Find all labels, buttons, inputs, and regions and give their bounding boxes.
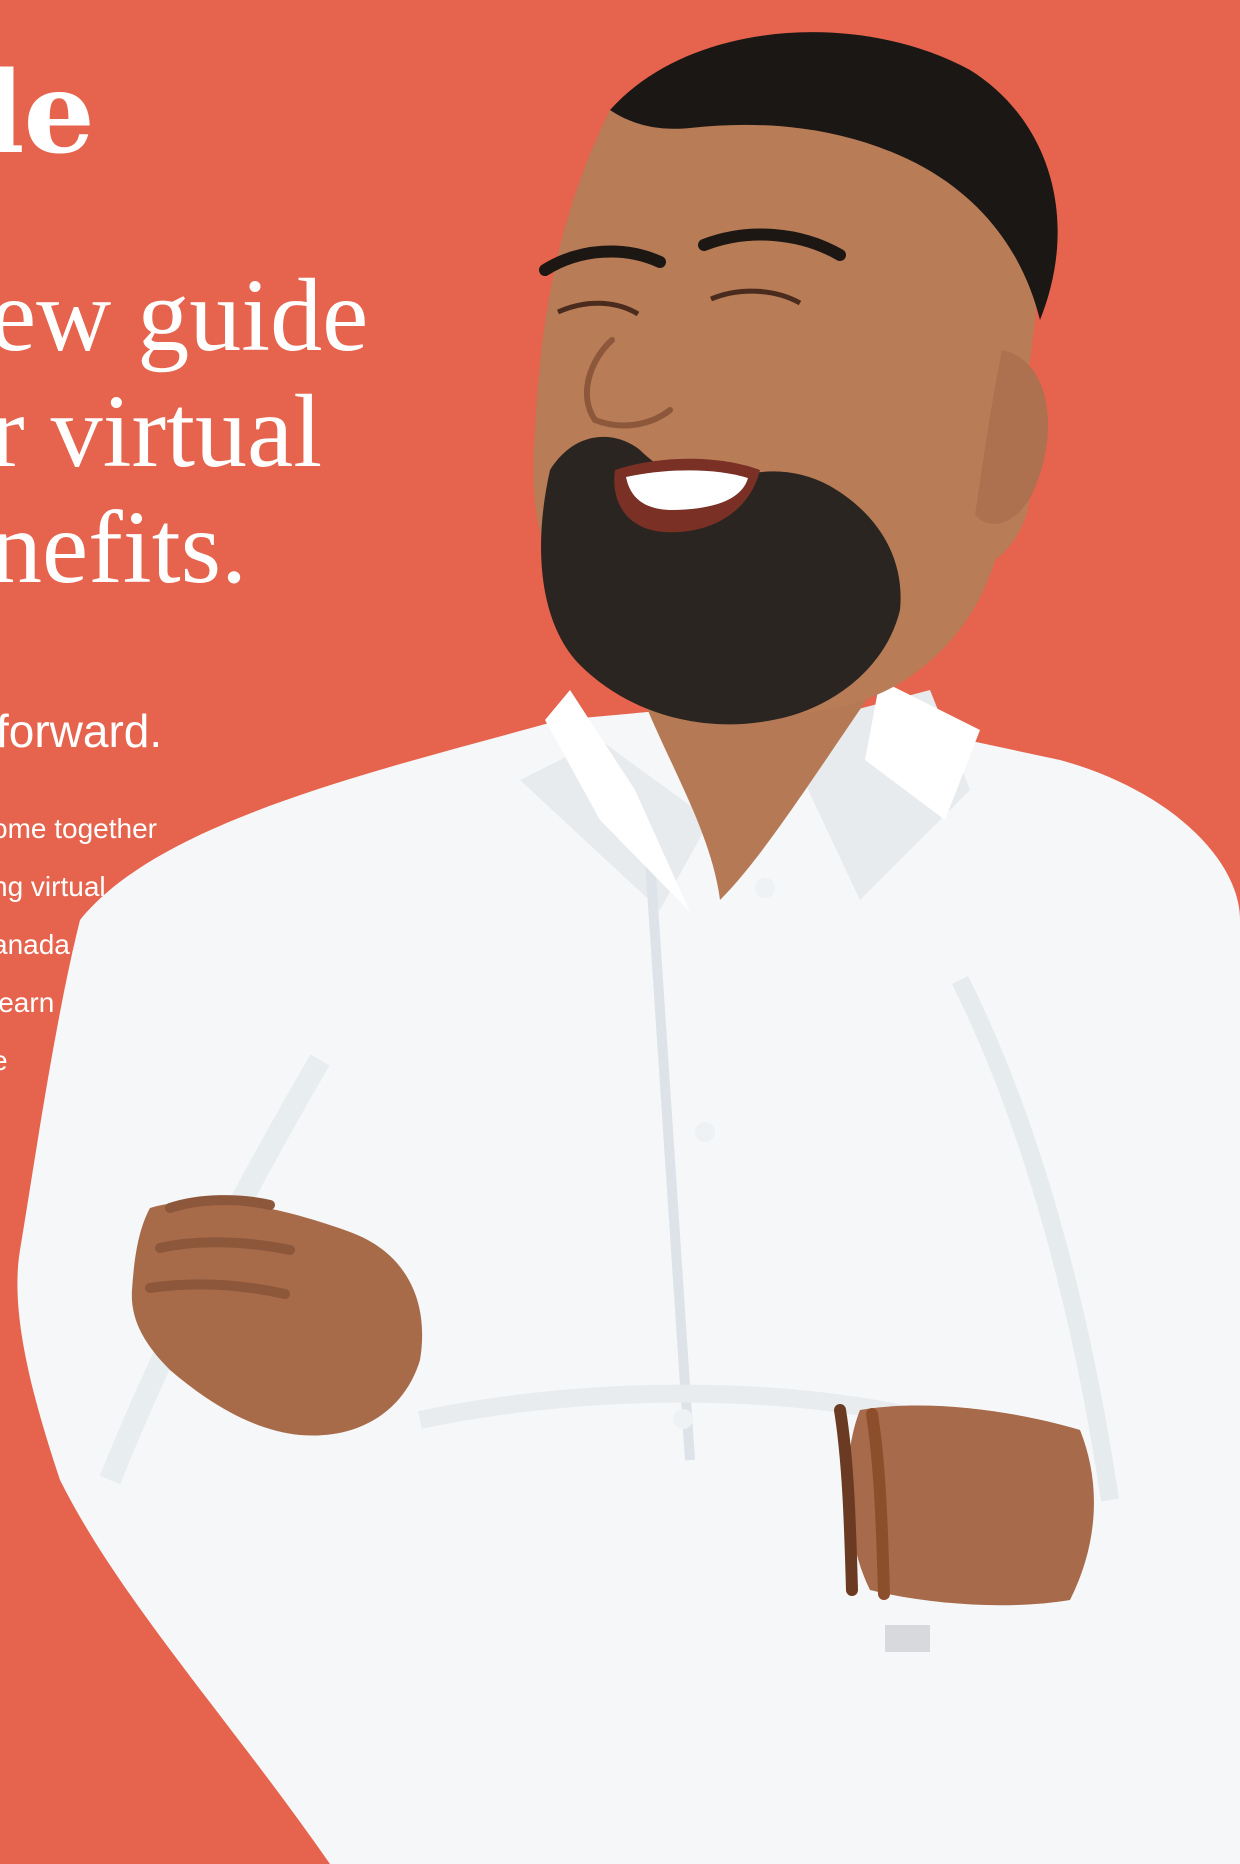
hero-photo bbox=[17, 32, 1240, 1864]
hero-section: le ew guide r virtual nefits. forward. o… bbox=[0, 0, 1240, 1864]
